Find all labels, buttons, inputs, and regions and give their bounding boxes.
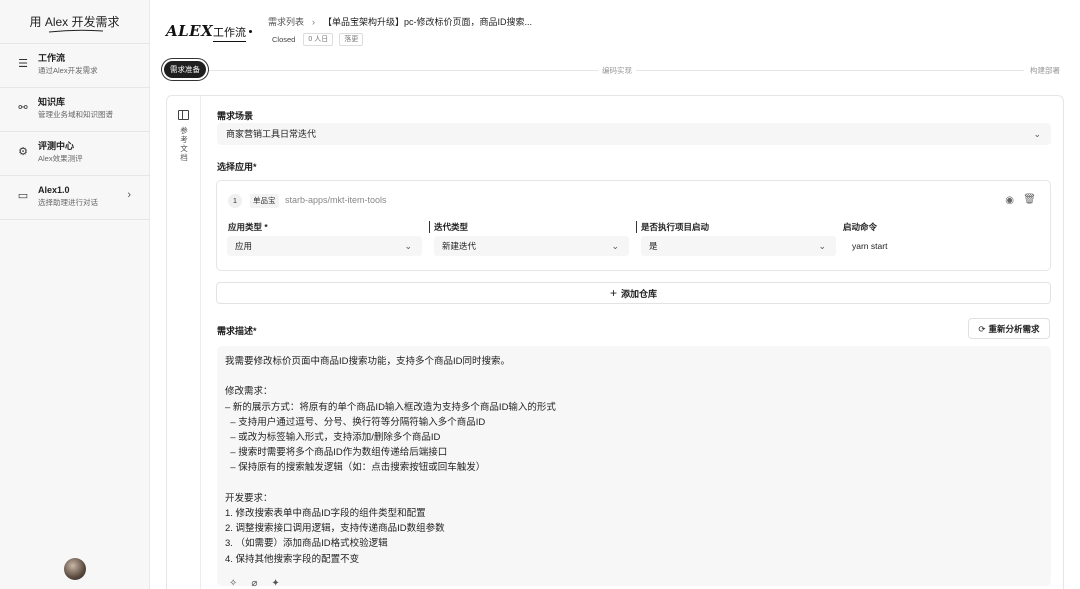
sidebar-item-evaluation[interactable]: ⚙ 评测中心 Alex效果测评 xyxy=(0,132,149,176)
app-type-label: 应用类型 * xyxy=(228,222,268,232)
chat-icon: ▭ xyxy=(17,190,29,202)
editor-toolbar: ✧ ⌀ ✦ xyxy=(229,578,280,589)
trash-icon[interactable]: 🗑 xyxy=(1023,194,1036,205)
refresh-icon: ⟳ xyxy=(978,324,986,334)
people-badge: 0 人日 xyxy=(303,33,334,46)
breadcrumb: 需求列表 › 【单品宝架构升级】pc-修改标价页面，商品ID搜索... xyxy=(268,15,532,28)
repo-path: starb-apps/mkt-item-tools xyxy=(285,195,387,205)
reference-docs-label: 参考文档 xyxy=(180,126,188,162)
exec-start-label: 是否执行项目启动 xyxy=(636,221,709,233)
description-line: – 支持用户通过逗号、分号、换行符等分隔符输入多个商品ID xyxy=(225,416,486,428)
attachment-icon[interactable]: ⌀ xyxy=(251,578,257,589)
eye-icon[interactable]: ◉ xyxy=(1005,195,1014,206)
breadcrumb-separator-icon: › xyxy=(312,17,316,27)
logo: ALEX xyxy=(166,22,214,40)
app-card: 1 单品宝 starb-apps/mkt-item-tools ◉ 🗑 应用类型… xyxy=(216,180,1051,271)
step-coding[interactable]: 编码实现 xyxy=(598,65,636,76)
description-textarea[interactable]: 我需要修改标价页面中商品ID搜索功能，支持多个商品ID同时搜索。 修改需求： –… xyxy=(217,346,1051,586)
progress-steps: 需求准备 编码实现 构建部署 xyxy=(164,61,1064,79)
sidebar: 用 Alex 开发需求 ☰ 工作流 通过Alex开发需求 ⚯ 知识库 管理业务域… xyxy=(0,0,150,589)
step-deploy[interactable]: 构建部署 xyxy=(1026,65,1064,76)
description-line: 3. （如需要）添加商品ID格式校验逻辑 xyxy=(225,538,388,550)
start-command-label: 启动命令 xyxy=(843,222,878,232)
app-index: 1 xyxy=(228,194,242,208)
description-line: – 新的展示方式：将原有的单个商品ID输入框改造为支持多个商品ID输入的形式 xyxy=(225,401,556,413)
description-line: 修改需求： xyxy=(225,386,273,398)
start-command-input[interactable]: yarn start xyxy=(844,236,1034,256)
description-line: – 或改为标签输入形式，支持添加/删除多个商品ID xyxy=(225,432,441,443)
scene-label: 需求场景 xyxy=(217,111,254,121)
description-line xyxy=(225,476,1043,491)
breadcrumb-root-link[interactable]: 需求列表 xyxy=(268,17,304,27)
logo-subtitle: 工作流 xyxy=(213,24,246,42)
knowledge-graph-icon: ⚯ xyxy=(18,102,28,114)
chevron-right-icon: › xyxy=(127,189,131,201)
description-line: 1. 修改搜索表单中商品ID字段的组件类型和配置 xyxy=(225,508,426,519)
chevron-down-icon: ⌄ xyxy=(818,241,826,251)
sidebar-item-workflow[interactable]: ☰ 工作流 通过Alex开发需求 xyxy=(0,44,149,88)
description-label: 需求描述* xyxy=(217,326,257,336)
workflow-icon: ☰ xyxy=(18,58,28,70)
description-line: – 搜索时需要将多个商品ID作为数组传递给后端接口 xyxy=(225,447,448,459)
sidebar-item-knowledge[interactable]: ⚯ 知识库 管理业务域和知识图谱 xyxy=(0,88,149,132)
tag-badge: 落更 xyxy=(339,33,364,46)
scene-select[interactable]: 商家营销工具日常迭代 ⌄ xyxy=(217,123,1051,145)
chevron-down-icon: ⌄ xyxy=(1033,129,1041,139)
iteration-type-select[interactable]: 新建迭代 ⌄ xyxy=(434,236,629,256)
app-type-select[interactable]: 应用 ⌄ xyxy=(227,236,422,256)
plus-icon: + xyxy=(609,286,617,300)
logo-dot xyxy=(249,30,252,33)
description-line: 4. 保持其他搜索字段的配置不变 xyxy=(225,553,360,565)
requirement-meta: Closed 0 人日 落更 xyxy=(272,33,364,46)
sidebar-panel-icon xyxy=(178,110,189,120)
main-panel: 参考文档 需求场景 商家营销工具日常迭代 ⌄ 选择应用* 1 单品宝 starb… xyxy=(166,95,1064,589)
breadcrumb-current: 【单品宝架构升级】pc-修改标价页面，商品ID搜索... xyxy=(323,17,533,27)
title-underline-decoration xyxy=(48,29,104,33)
repo-tag: 单品宝 xyxy=(250,194,279,208)
app-label: 选择应用* xyxy=(217,162,257,172)
status-text: Closed xyxy=(272,35,296,44)
description-line xyxy=(225,369,1043,384)
iteration-type-label: 迭代类型 xyxy=(429,221,468,233)
description-line: 开发要求： xyxy=(225,492,273,504)
chevron-down-icon: ⌄ xyxy=(404,241,412,251)
reference-docs-toggle[interactable]: 参考文档 xyxy=(167,96,201,589)
chevron-down-icon: ⌄ xyxy=(611,241,619,251)
step-prepare[interactable]: 需求准备 xyxy=(164,61,206,78)
gear-icon: ⚙ xyxy=(18,146,28,158)
magic-wand-icon[interactable]: ✧ xyxy=(229,578,237,589)
reanalyze-button[interactable]: ⟳ 重新分析需求 xyxy=(968,318,1050,339)
sparkle-icon[interactable]: ✦ xyxy=(271,578,279,589)
avatar[interactable] xyxy=(64,558,86,580)
sidebar-item-alex1[interactable]: ▭ Alex1.0 选择助理进行对话 › xyxy=(0,176,149,220)
sidebar-title: 用 Alex 开发需求 xyxy=(0,0,149,44)
exec-start-select[interactable]: 是 ⌄ xyxy=(641,236,836,256)
add-repo-button[interactable]: + 添加仓库 xyxy=(216,282,1051,304)
description-line: 我需要修改标价页面中商品ID搜索功能，支持多个商品ID同时搜索。 xyxy=(225,356,511,367)
description-line: – 保持原有的搜索触发逻辑（如：点击搜索按钮或回车触发） xyxy=(225,462,486,474)
description-line: 2. 调整搜索接口调用逻辑，支持传递商品ID数组参数 xyxy=(225,523,445,535)
